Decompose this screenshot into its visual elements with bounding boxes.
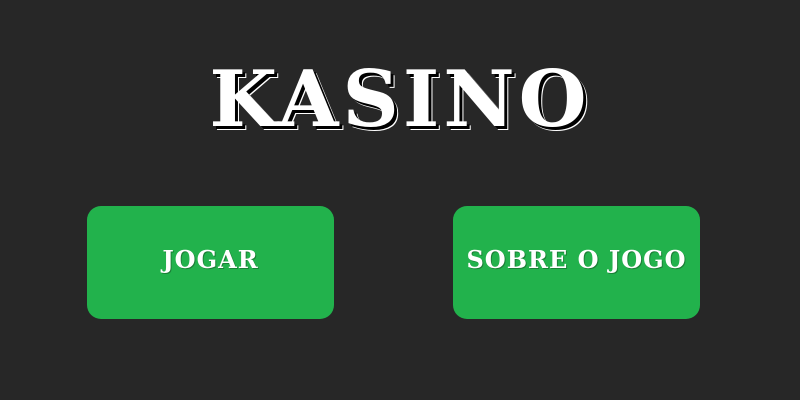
play-button[interactable]: JOGAR — [87, 206, 334, 319]
about-game-button[interactable]: SOBRE O JOGO — [453, 206, 700, 319]
game-title: KASINO — [209, 54, 591, 145]
play-button-label: JOGAR — [162, 245, 259, 274]
about-game-button-label: SOBRE O JOGO — [466, 245, 687, 274]
